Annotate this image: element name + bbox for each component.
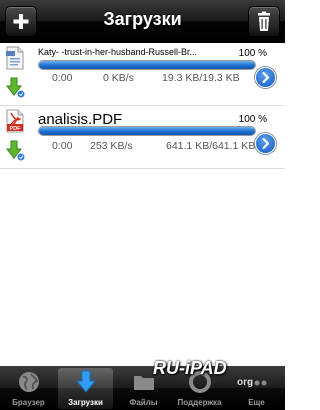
chevron-right-icon [262, 137, 270, 150]
trash-icon [258, 11, 270, 31]
elapsed-time: 0:00 [52, 140, 73, 152]
document-icon [6, 46, 24, 70]
globe-icon [18, 372, 39, 392]
elapsed-time: 0:00 [52, 72, 73, 84]
tab-label: Браузер [12, 398, 45, 407]
navigation-bar: Загрузки [0, 0, 285, 43]
download-icon [75, 370, 96, 393]
tab-label: Загрузки [68, 398, 103, 407]
progress-fill [39, 61, 255, 69]
download-arrow-icon [6, 140, 26, 162]
tab-downloads[interactable]: Загрузки [58, 368, 113, 409]
page-title: Загрузки [103, 9, 182, 29]
file-name: Katy- -trust-in-her-husband-Russell-Br..… [38, 47, 198, 57]
download-row[interactable]: Katy- -trust-in-her-husband-Russell-Br..… [0, 43, 285, 106]
delete-button[interactable] [248, 6, 280, 37]
watermark-text: RU-iPAD [153, 358, 227, 378]
watermark: RU-iPAD org [147, 354, 277, 404]
file-size: 641.1 KB/641.1 KB [166, 140, 256, 152]
progress-percent: 100 % [238, 114, 267, 125]
pdf-icon: PDF [6, 109, 24, 133]
tab-browser[interactable]: Браузер [1, 368, 56, 409]
chevron-right-icon [262, 71, 270, 84]
detail-disclosure-button[interactable] [255, 67, 276, 88]
download-arrow-icon [6, 77, 26, 99]
download-speed: 253 KB/s [90, 140, 133, 152]
progress-bar [38, 126, 256, 136]
watermark-suffix: org [237, 377, 254, 388]
svg-text:PDF: PDF [10, 126, 22, 132]
download-speed: 0 KB/s [103, 72, 134, 84]
download-row[interactable]: PDF analisis.PDF 100 % 0:00 253 KB/s 641… [0, 106, 285, 169]
progress-percent: 100 % [238, 48, 267, 59]
detail-disclosure-button[interactable] [255, 133, 276, 154]
file-size: 19.3 KB/19.3 KB [162, 72, 240, 84]
progress-bar [38, 60, 256, 70]
progress-fill [39, 127, 255, 135]
